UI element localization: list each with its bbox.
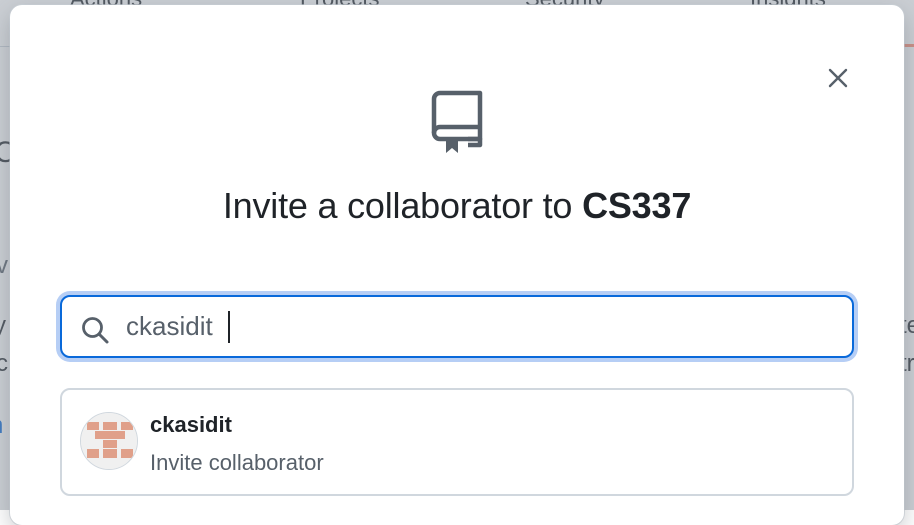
close-icon bbox=[828, 68, 848, 88]
search-icon bbox=[82, 317, 109, 344]
result-action-label: Invite collaborator bbox=[150, 450, 324, 475]
repo-icon bbox=[431, 90, 483, 153]
search-input[interactable] bbox=[126, 305, 826, 347]
identicon bbox=[81, 413, 137, 469]
dialog-title: Invite a collaborator to CS337 bbox=[10, 185, 904, 227]
close-button[interactable] bbox=[823, 63, 853, 93]
invite-collaborator-dialog: Invite a collaborator to CS337 ckasidit … bbox=[10, 5, 904, 525]
title-prefix: Invite a collaborator to bbox=[222, 185, 573, 226]
result-username: ckasidit bbox=[150, 412, 232, 437]
repo-name: CS337 bbox=[582, 185, 692, 226]
search-field[interactable] bbox=[60, 295, 854, 358]
avatar bbox=[80, 412, 138, 470]
search-result-item[interactable]: ckasidit Invite collaborator bbox=[60, 388, 854, 496]
text-cursor bbox=[228, 311, 230, 343]
